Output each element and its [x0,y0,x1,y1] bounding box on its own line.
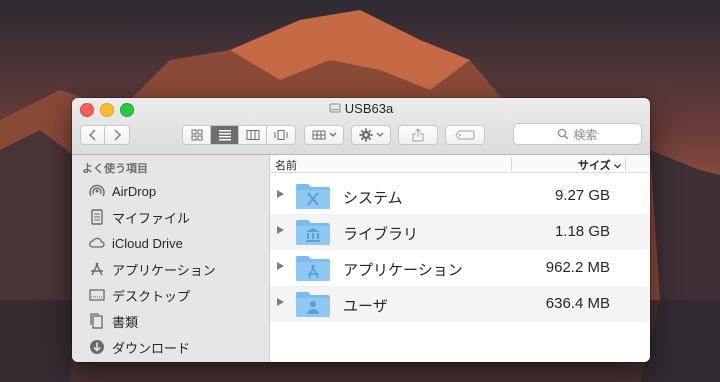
sidebar-item-label: iCloud Drive [112,235,183,251]
file-name: アプリケーション [343,262,463,279]
column-divider [511,157,512,171]
library-folder-icon [296,220,330,245]
sidebar-heading: よく使う項目 [82,163,148,175]
action-button[interactable] [351,125,391,145]
sidebar-item-icloud-drive[interactable]: iCloud Drive [88,232,183,254]
list-icon [218,130,231,141]
file-name: システム [343,190,403,207]
sidebar-item-airdrop[interactable]: AirDrop [88,180,156,202]
sidebar-item-label: ダウンロード [112,340,191,356]
file-list: 名前 サイズ システム 9.27 GB ライブラリ 1.18 GB アプリケーシ… [270,155,650,362]
icon-grid-icon [191,129,202,141]
table-row[interactable]: システム 9.27 GB [270,178,650,214]
sidebar: よく使う項目 AirDrop マイファイル iCloud Drive アプリケー… [72,155,270,362]
table-row[interactable]: ライブラリ 1.18 GB [270,214,650,250]
file-size: 9.27 GB [554,187,610,204]
cloud-icon [88,234,106,252]
search-field[interactable]: 検索 [513,123,642,145]
search-icon [558,128,569,140]
applications-icon [88,260,106,278]
sidebar-item-label: マイファイル [112,210,191,226]
chevron-right-icon [114,129,122,141]
all-my-files-icon [88,208,106,226]
nav-buttons [80,125,130,145]
gear-icon [359,128,372,142]
system-folder-icon [296,184,330,209]
chevron-down-icon [329,132,336,137]
titlebar: USB63a 検索 [72,98,650,155]
sidebar-item-downloads[interactable]: ダウンロード [88,336,190,358]
cover-flow-icon [274,130,288,140]
sort-chevron-icon [613,164,621,169]
column-header-size-label: サイズ [578,160,611,172]
download-icon [88,338,106,356]
finder-window: USB63a 検索 よく使う項目 AirDrop マイファイル iCloud D… [72,98,650,362]
disclosure-triangle-icon[interactable] [277,226,284,234]
window-title-text: USB63a [344,101,394,116]
table-row[interactable]: アプリケーション 962.2 MB [270,250,650,286]
sidebar-item-applications[interactable]: アプリケーション [88,258,216,280]
arrange-button[interactable] [304,125,344,145]
tag-icon [455,130,475,140]
disclosure-triangle-icon[interactable] [277,262,284,270]
column-header-name[interactable]: 名前 [275,157,297,173]
file-name: ユーザ [343,298,388,315]
column-view-button[interactable] [239,126,267,144]
sidebar-item-desktop[interactable]: デスクトップ [88,284,190,306]
icon-view-button[interactable] [183,126,211,144]
column-divider [625,157,626,171]
file-name: ライブラリ [343,226,419,243]
columns-icon [246,130,259,140]
table-row[interactable]: ユーザ 636.4 MB [270,286,650,322]
disclosure-triangle-icon[interactable] [277,298,284,306]
view-mode-switcher [182,125,296,145]
chevron-left-icon [88,129,96,141]
sidebar-item-label: AirDrop [112,183,157,199]
sidebar-item-documents[interactable]: 書類 [88,310,138,332]
applications-folder-icon [296,256,330,281]
external-drive-icon [329,103,341,113]
list-header: 名前 サイズ [270,155,650,173]
tags-button[interactable] [445,125,485,145]
disclosure-triangle-icon[interactable] [277,190,284,198]
window-title: USB63a [72,101,650,116]
arrange-grid-icon [312,130,325,140]
share-icon [412,128,424,142]
file-size: 636.4 MB [545,295,610,312]
column-header-size[interactable]: サイズ [578,157,621,173]
sidebar-item-label: アプリケーション [112,262,216,278]
chevron-down-icon [376,132,383,137]
documents-icon [88,312,106,330]
sidebar-item-label: 書類 [112,314,139,330]
users-folder-icon [296,292,330,317]
search-placeholder: 検索 [573,127,598,142]
sidebar-item-all-my-files[interactable]: マイファイル [88,206,190,228]
list-view-button[interactable] [211,126,239,144]
file-size: 962.2 MB [545,259,610,276]
share-button[interactable] [398,125,438,145]
file-size: 1.18 GB [554,223,610,240]
cover-flow-view-button[interactable] [267,126,295,144]
airdrop-icon [88,182,106,200]
back-button[interactable] [81,126,105,144]
desktop-icon [88,286,106,304]
sidebar-item-label: デスクトップ [112,288,191,304]
forward-button[interactable] [105,126,129,144]
